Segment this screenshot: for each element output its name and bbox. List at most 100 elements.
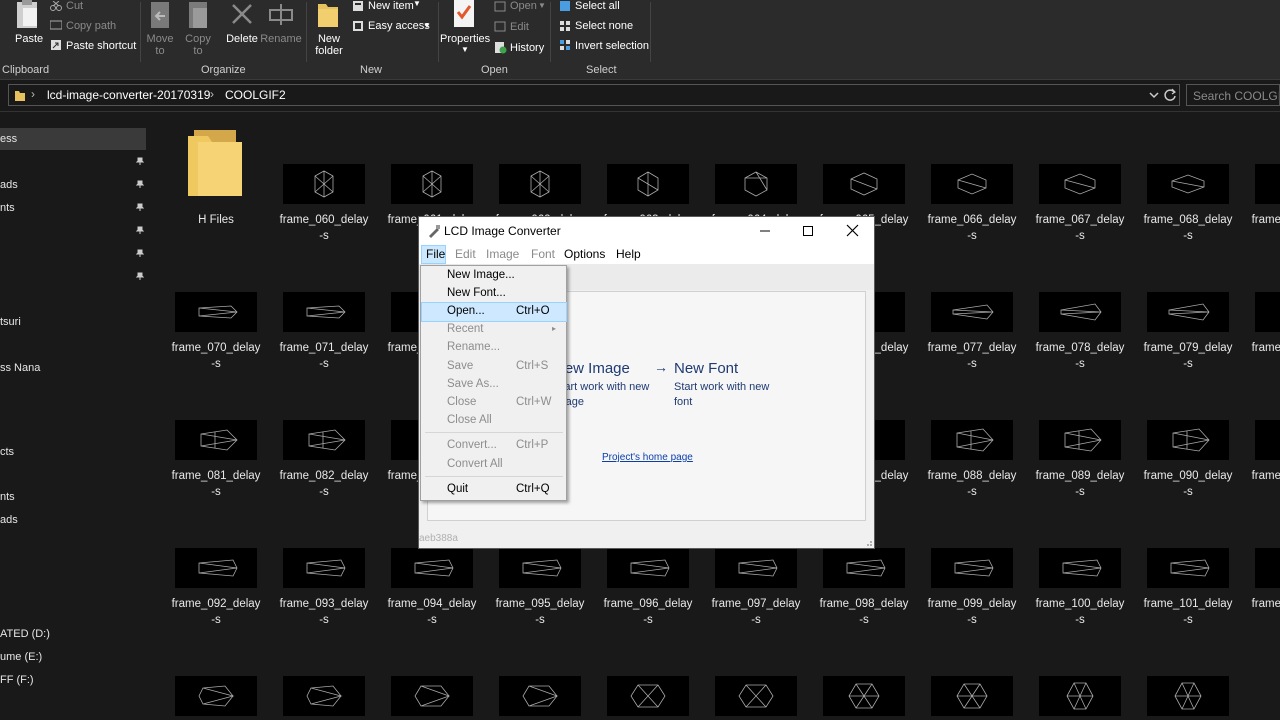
menu-item-save-as[interactable]: Save As... [422, 376, 566, 394]
chevron-down-icon[interactable] [1149, 90, 1159, 100]
nav-item[interactable]: nts [0, 202, 15, 214]
history-button[interactable]: History [510, 42, 544, 54]
open-button[interactable]: Open [510, 0, 537, 12]
address-bar[interactable]: › lcd-image-converter-20170319 › COOLGIF… [8, 84, 1180, 106]
thumbnail[interactable] [1147, 676, 1229, 716]
select-none-icon [560, 21, 570, 31]
pin-icon[interactable] [136, 157, 144, 165]
status-bar-text: aeb388a [419, 533, 458, 544]
home-page-link[interactable]: Project's home page [602, 452, 693, 463]
thumbnail[interactable] [715, 676, 797, 716]
thumbnail [1147, 548, 1229, 588]
invert-selection-button[interactable]: Invert selection [575, 40, 649, 52]
delete-icon[interactable] [230, 2, 254, 26]
properties-button[interactable]: Properties [440, 33, 490, 45]
thumbnail[interactable] [1039, 676, 1121, 716]
cut-button[interactable]: Cut [66, 0, 83, 12]
menu-file[interactable]: File [426, 247, 445, 261]
search-input[interactable]: Search COOLGIF2 [1186, 84, 1280, 106]
nav-item[interactable]: tsuri [0, 316, 21, 328]
menu-edit[interactable]: Edit [455, 247, 476, 261]
edit-button[interactable]: Edit [510, 21, 529, 33]
open-dropdown-icon[interactable]: ▼ [538, 1, 546, 10]
wireframe-icon [744, 171, 768, 197]
menu-item-rename[interactable]: Rename... [422, 339, 566, 357]
minimize-icon[interactable] [759, 225, 771, 237]
menu-font[interactable]: Font [531, 247, 555, 261]
copy-to-icon[interactable] [187, 0, 211, 30]
easy-access-icon [353, 21, 363, 31]
menu-item-open[interactable]: Open... Ctrl+O [421, 302, 567, 322]
pin-icon[interactable] [136, 226, 144, 234]
thumbnail [283, 420, 365, 460]
thumbnail[interactable] [283, 676, 365, 716]
properties-dropdown-icon[interactable]: ▼ [461, 45, 469, 54]
rename-button[interactable]: Rename [260, 33, 302, 45]
wireframe-icon [954, 559, 994, 577]
move-to-button[interactable]: Move to [142, 33, 178, 57]
menu-item-save[interactable]: Save Ctrl+S [422, 358, 566, 376]
thumbnail[interactable] [607, 676, 689, 716]
copy-to-button[interactable]: Copy to [180, 33, 216, 57]
pin-icon[interactable] [136, 203, 144, 211]
nav-item[interactable]: nts [0, 491, 15, 503]
copy-path-button[interactable]: Copy path [66, 20, 116, 32]
wireframe-icon [1170, 559, 1210, 577]
folder-icon [188, 130, 242, 196]
menu-item-new-font[interactable]: New Font... [422, 285, 566, 303]
menu-options[interactable]: Options [564, 247, 605, 261]
menu-item-close[interactable]: Close Ctrl+W [422, 394, 566, 412]
paste-shortcut-button[interactable]: Paste shortcut [66, 40, 136, 52]
pin-icon[interactable] [136, 180, 144, 188]
nav-item[interactable]: ATED (D:) [0, 628, 50, 640]
file-name: frame_102_delay-s [1251, 598, 1280, 610]
rename-icon[interactable] [268, 2, 294, 26]
pin-icon[interactable] [136, 249, 144, 257]
menu-item-close-all[interactable]: Close All [422, 412, 566, 430]
menu-item-new-image[interactable]: New Image... [422, 267, 566, 285]
new-folder-button[interactable]: New folder [310, 33, 348, 57]
new-item-dropdown-icon[interactable]: ▼ [413, 0, 421, 8]
refresh-icon[interactable] [1163, 88, 1177, 102]
select-none-button[interactable]: Select none [575, 20, 633, 32]
thumbnail[interactable] [931, 676, 1013, 716]
delete-button[interactable]: Delete [222, 33, 262, 45]
new-font-link[interactable]: New Font [674, 360, 738, 377]
menu-item-quit[interactable]: Quit Ctrl+Q [422, 481, 566, 499]
thumbnail[interactable] [391, 676, 473, 716]
nav-item[interactable]: ads [0, 514, 18, 526]
resize-grip-icon[interactable] [863, 537, 873, 547]
maximize-icon[interactable] [802, 225, 814, 237]
move-to-icon[interactable] [149, 0, 173, 30]
paste-icon[interactable] [14, 0, 40, 30]
menu-help[interactable]: Help [616, 247, 641, 261]
menu-item-convert-all[interactable]: Convert All [422, 456, 566, 474]
menu-item-recent[interactable]: Recent ▸ [422, 321, 566, 339]
easy-access-button[interactable]: Easy access [368, 20, 430, 32]
menu-image[interactable]: Image [486, 247, 519, 261]
thumbnail[interactable] [823, 676, 905, 716]
nav-item[interactable]: ume (E:) [0, 651, 42, 663]
pin-icon[interactable] [136, 272, 144, 280]
new-font-desc: font [674, 396, 693, 408]
paste-button[interactable]: Paste [15, 33, 43, 45]
file-name: frame_068_delay -s [1143, 214, 1233, 242]
thumbnail[interactable] [499, 676, 581, 716]
close-icon[interactable] [846, 224, 859, 237]
nav-item[interactable]: FF (F:) [0, 674, 34, 686]
breadcrumb-item[interactable]: COOLGIF2 [225, 88, 286, 102]
select-all-button[interactable]: Select all [575, 0, 620, 12]
new-folder-icon[interactable] [317, 0, 339, 28]
thumbnail[interactable] [175, 676, 257, 716]
nav-item[interactable]: ess [0, 133, 17, 145]
menu-item-convert[interactable]: Convert... Ctrl+P [422, 437, 566, 455]
properties-icon[interactable] [452, 0, 476, 28]
nav-item[interactable]: cts [0, 446, 14, 458]
new-item-button[interactable]: New item [368, 0, 414, 12]
nav-item[interactable]: ss Nana [0, 362, 40, 374]
easy-access-dropdown-icon[interactable]: ▼ [423, 21, 431, 30]
nav-item[interactable]: ads [0, 179, 18, 191]
breadcrumb-item[interactable]: lcd-image-converter-20170319 [47, 88, 210, 102]
wireframe-icon [1062, 559, 1102, 577]
title-bar[interactable]: LCD Image Converter [419, 217, 874, 245]
